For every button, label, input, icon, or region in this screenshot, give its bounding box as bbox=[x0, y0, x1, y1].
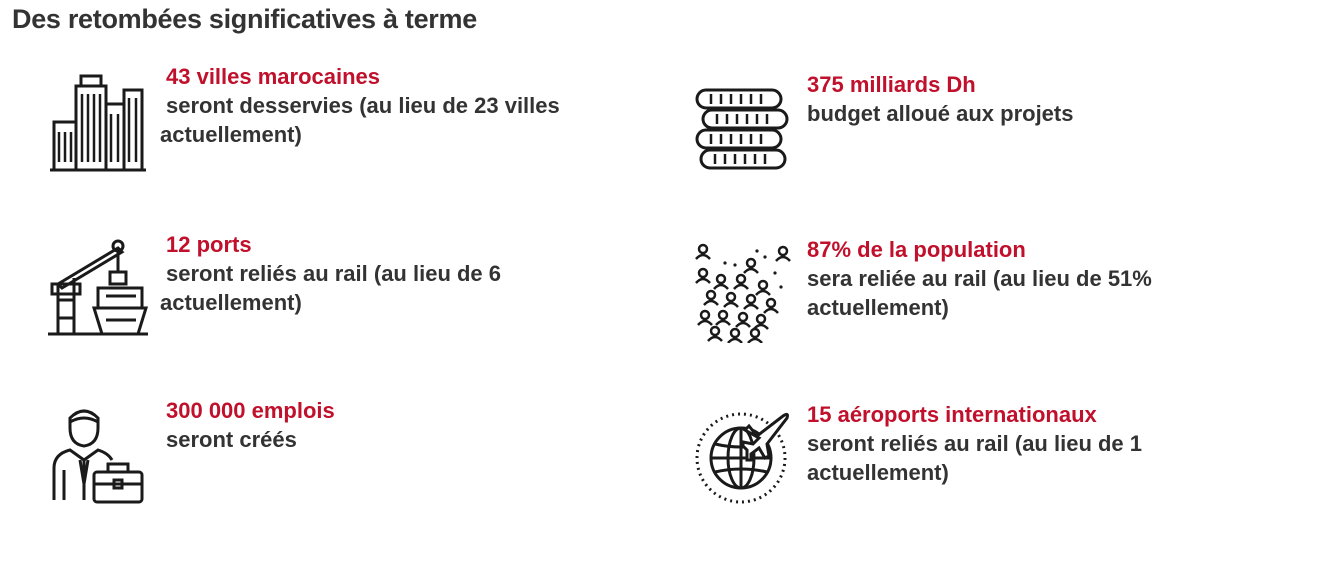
stat-population-headline: 87% de la population bbox=[807, 237, 1026, 262]
population-crowd-icon bbox=[695, 243, 795, 343]
stat-budget-desc: budget alloué aux projets bbox=[807, 101, 1074, 126]
stat-airports-headline: 15 aéroports internationaux bbox=[807, 402, 1097, 427]
stat-budget: 375 milliards Dh budget alloué aux proje… bbox=[695, 70, 1255, 190]
stat-airports: 15 aéroports internationaux seront relié… bbox=[695, 400, 1255, 520]
stat-jobs-desc: seront créés bbox=[166, 427, 297, 452]
stat-jobs-headline: 300 000 emplois bbox=[166, 398, 335, 423]
stat-jobs: 300 000 emplois seront créés bbox=[48, 396, 608, 516]
stat-ports-desc: seront reliés au rail (au lieu de 6 actu… bbox=[160, 261, 502, 315]
city-buildings-icon bbox=[50, 74, 146, 172]
stat-cities-desc: seront desservies (au lieu de 23 villes … bbox=[160, 93, 560, 147]
stat-airports-desc: seront reliés au rail (au lieu de 1 actu… bbox=[807, 431, 1143, 485]
globe-airplane-icon bbox=[695, 406, 795, 506]
stat-ports-headline: 12 ports bbox=[166, 232, 252, 257]
coin-stack-icon bbox=[695, 84, 791, 174]
stat-population: 87% de la population sera reliée au rail… bbox=[695, 235, 1255, 355]
stat-cities: 43 villes marocaines seront desservies (… bbox=[48, 62, 608, 182]
port-crane-ship-icon bbox=[48, 238, 148, 338]
stat-ports: 12 ports seront reliés au rail (au lieu … bbox=[48, 230, 608, 350]
stat-budget-headline: 375 milliards Dh bbox=[807, 72, 976, 97]
stat-cities-headline: 43 villes marocaines bbox=[166, 64, 381, 89]
page-title: Des retombées significatives à terme bbox=[12, 4, 477, 34]
stat-population-desc: sera reliée au rail (au lieu de 51% actu… bbox=[807, 266, 1152, 320]
worker-briefcase-icon bbox=[50, 404, 146, 504]
